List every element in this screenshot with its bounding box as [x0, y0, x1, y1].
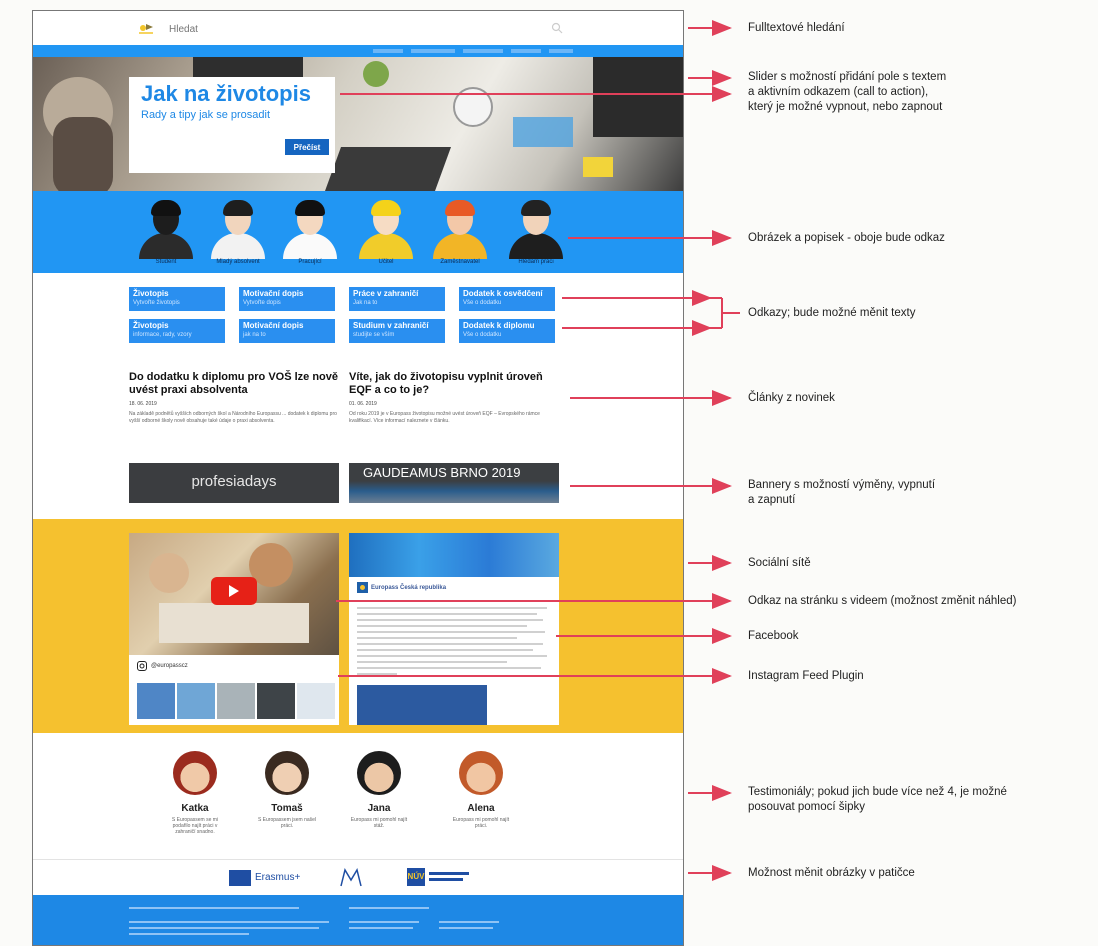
annotation: Odkaz na stránku s videem (možnost změni…: [748, 594, 1016, 609]
annotation-line: Instagram Feed Plugin: [748, 670, 864, 682]
annotation-line: který je možné vypnout, nebo zapnout: [748, 101, 943, 113]
annotation-line: Možnost měnit obrázky v patičce: [748, 867, 915, 879]
annotation: Instagram Feed Plugin: [748, 669, 864, 684]
annotation-line: Fulltextové hledání: [748, 22, 845, 34]
annotation-line: a zapnutí: [748, 494, 796, 506]
annotation: Odkazy; bude možné měnit texty: [748, 306, 915, 321]
annotation-line: Slider s možností přidání pole s textem: [748, 71, 947, 83]
annotation: Slider s možností přidání pole s textem …: [748, 70, 946, 115]
annotation-line: posouvat pomocí šipky: [748, 801, 865, 813]
annotation-line: Články z novinek: [748, 392, 835, 404]
annotation-line: Odkaz na stránku s videem (možnost změni…: [748, 595, 1017, 607]
annotation: Obrázek a popisek - oboje bude odkaz: [748, 231, 945, 246]
annotation: Možnost měnit obrázky v patičce: [748, 866, 915, 881]
annotation-line: Obrázek a popisek - oboje bude odkaz: [748, 232, 945, 244]
annotation-line: Testimoniály; pokud jich bude více než 4…: [748, 786, 1007, 798]
annotation-line: Sociální sítě: [748, 557, 811, 569]
annotation-line: Facebook: [748, 630, 799, 642]
annotation: Fulltextové hledání: [748, 21, 845, 36]
annotation-line: Odkazy; bude možné měnit texty: [748, 307, 916, 319]
annotation: Články z novinek: [748, 391, 835, 406]
annotation-line: a aktivním odkazem (call to action),: [748, 86, 929, 98]
annotation: Testimoniály; pokud jich bude více než 4…: [748, 785, 1007, 815]
annotation-line: Bannery s možností výměny, vypnutí: [748, 479, 936, 491]
annotation: Facebook: [748, 629, 799, 644]
annotation: Sociální sítě: [748, 556, 811, 571]
annotation: Bannery s možností výměny, vypnutí a zap…: [748, 478, 935, 508]
